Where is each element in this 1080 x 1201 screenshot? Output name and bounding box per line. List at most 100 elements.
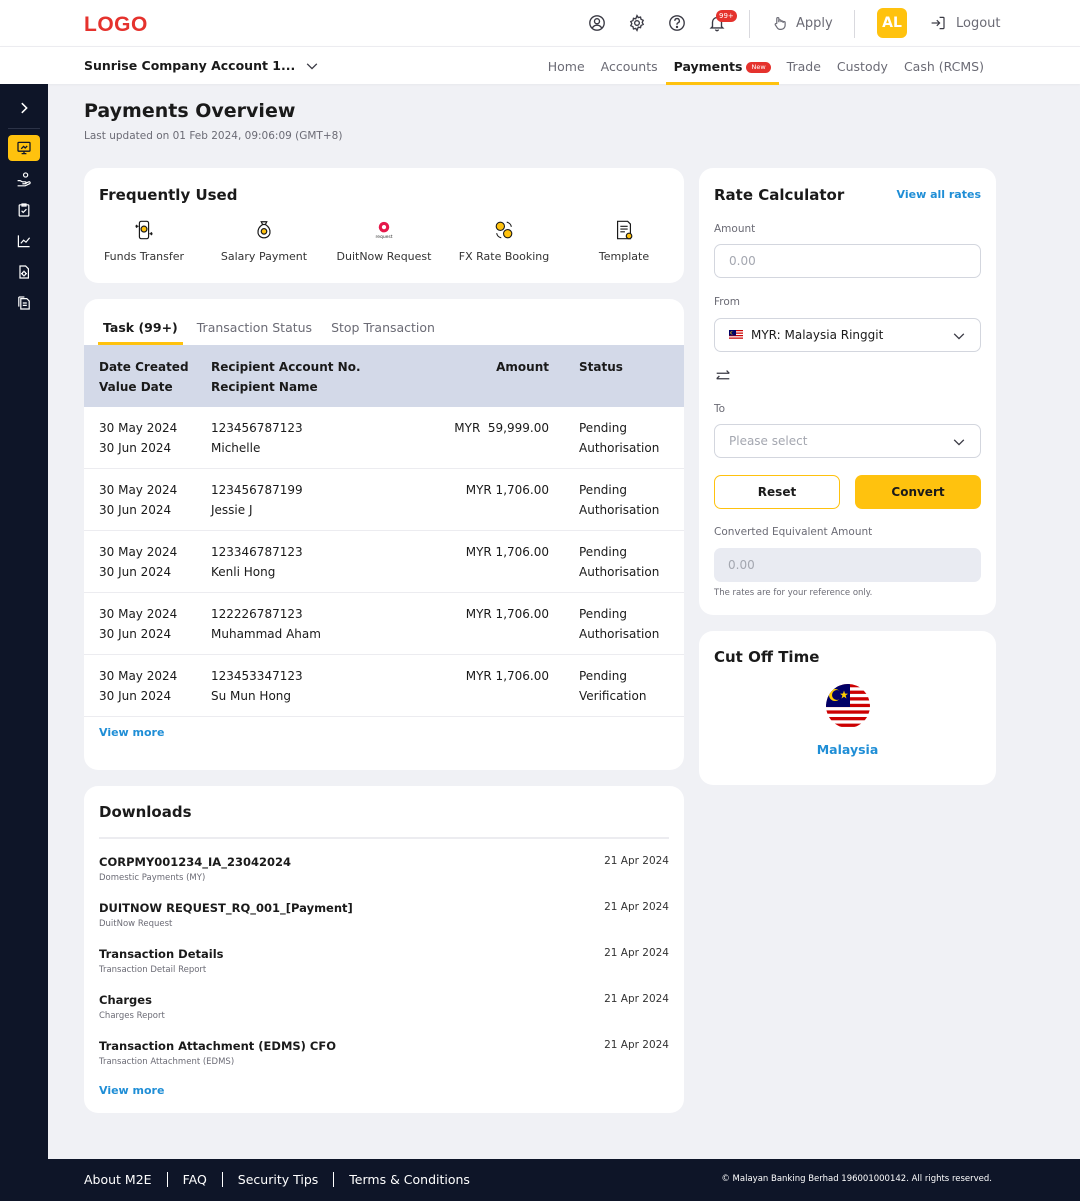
malaysia-flag-icon [729, 330, 743, 340]
header-divider [854, 10, 855, 38]
tab-stop-transaction[interactable]: Stop Transaction [326, 315, 440, 345]
frequently-used-card: Frequently Used Funds Transfer Salary Pa… [84, 168, 684, 283]
amount-input[interactable] [714, 244, 981, 278]
from-label: From [714, 296, 741, 308]
to-currency-placeholder: Please select [729, 434, 808, 448]
footer: About M2E FAQ Security Tips Terms & Cond… [0, 1159, 1080, 1201]
sub-navigation: Sunrise Company Account 1... Home Accoun… [0, 46, 1080, 85]
funds-transfer-icon [132, 218, 156, 242]
logout-icon [931, 16, 945, 30]
footer-links: About M2E FAQ Security Tips Terms & Cond… [84, 1172, 470, 1187]
converted-amount-label: Converted Equivalent Amount [714, 526, 873, 538]
duitnow-request-icon: request [372, 218, 396, 242]
column-header-dates[interactable]: Date Created Value Date [99, 357, 189, 397]
cut-off-time-title: Cut Off Time [714, 648, 820, 666]
logo[interactable]: LOGO [84, 13, 148, 37]
nav-tab-custody[interactable]: Custody [829, 47, 896, 85]
quick-action-template[interactable]: Template [564, 218, 684, 263]
nav-tab-trade[interactable]: Trade [779, 47, 829, 85]
quick-action-duitnow-request[interactable]: request DuitNow Request [324, 218, 444, 263]
sidebar-item-overview[interactable] [8, 135, 40, 161]
cut-off-time-card: Cut Off Time Malaysia [699, 631, 996, 785]
monitor-icon [17, 141, 31, 155]
swap-arrows-icon[interactable] [714, 367, 732, 385]
column-header-status[interactable]: Status [579, 357, 623, 377]
header-divider [749, 10, 750, 38]
footer-separator [333, 1172, 335, 1187]
footer-link-security-tips[interactable]: Security Tips [238, 1172, 318, 1187]
column-header-amount[interactable]: Amount [496, 357, 549, 377]
tab-transaction-status[interactable]: Transaction Status [192, 315, 317, 345]
download-item[interactable]: CORPMY001234_IA_23042024 Domestic Paymen… [99, 855, 669, 891]
footer-separator [221, 1172, 223, 1187]
logout-button[interactable]: Logout [930, 12, 1001, 34]
converted-amount-field: 0.00 [714, 548, 981, 582]
from-currency-select[interactable]: MYR: Malaysia Ringgit [714, 318, 981, 352]
quick-action-salary-payment[interactable]: Salary Payment [204, 218, 324, 263]
sidebar-item-tasks[interactable] [8, 197, 40, 223]
settings-gear-icon[interactable] [626, 12, 648, 34]
sidebar-expand-toggle[interactable] [12, 96, 36, 120]
account-selector[interactable]: Sunrise Company Account 1... [84, 58, 319, 73]
user-avatar[interactable]: AL [877, 8, 907, 38]
task-row[interactable]: 30 May 2024 30 Jun 2024 123346787123 Kenli… [84, 531, 684, 593]
malaysia-flag-icon[interactable] [825, 683, 871, 729]
sidebar-item-settings[interactable] [8, 259, 40, 285]
help-icon[interactable] [666, 12, 688, 34]
account-name: Sunrise Company Account 1... [84, 58, 296, 73]
tasks-card: Task (99+) Transaction Status Stop Trans… [84, 299, 684, 770]
downloads-divider [99, 837, 669, 839]
chevron-down-icon [306, 62, 318, 70]
footer-link-faq[interactable]: FAQ [183, 1172, 207, 1187]
quick-action-funds-transfer[interactable]: Funds Transfer [84, 218, 204, 263]
template-icon [612, 218, 636, 242]
new-badge: New [746, 62, 771, 73]
apply-label: Apply [796, 15, 833, 31]
footer-link-terms[interactable]: Terms & Conditions [349, 1172, 470, 1187]
copyright-text: © Malayan Banking Berhad 196001000142. A… [721, 1174, 992, 1184]
tab-task[interactable]: Task (99+) [98, 315, 183, 345]
rate-calculator-card: Rate Calculator View all rates Amount Fr… [699, 168, 996, 615]
column-header-recipient[interactable]: Recipient Account No. Recipient Name [211, 357, 361, 397]
tasks-view-more-link[interactable]: View more [99, 726, 164, 739]
downloads-title: Downloads [99, 803, 192, 821]
footer-link-about[interactable]: About M2E [84, 1172, 152, 1187]
downloads-view-more-link[interactable]: View more [99, 1084, 164, 1097]
apply-button[interactable]: Apply [772, 12, 833, 34]
line-chart-icon [17, 235, 31, 248]
from-currency-value: MYR: Malaysia Ringgit [751, 328, 884, 342]
nav-tab-home[interactable]: Home [540, 47, 593, 85]
view-all-rates-link[interactable]: View all rates [897, 188, 981, 201]
download-item[interactable]: Charges Charges Report 21 Apr 2024 [99, 993, 669, 1029]
nav-tab-cash-rcms[interactable]: Cash (RCMS) [896, 47, 992, 85]
task-row[interactable]: 30 May 2024 30 Jun 2024 123456787199 Jessi… [84, 469, 684, 531]
page-title: Payments Overview [84, 100, 296, 122]
download-item[interactable]: Transaction Details Transaction Detail R… [99, 947, 669, 983]
sidebar-item-payments[interactable] [8, 166, 40, 192]
download-item[interactable]: Transaction Attachment (EDMS) CFO Transa… [99, 1039, 669, 1075]
task-row[interactable]: 30 May 2024 30 Jun 2024 122226787123 Muham… [84, 593, 684, 655]
download-item[interactable]: DUITNOW REQUEST_RQ_001_[Payment] DuitNow… [99, 901, 669, 937]
profile-icon[interactable] [586, 12, 608, 34]
nav-tab-accounts[interactable]: Accounts [593, 47, 666, 85]
rate-calculator-title: Rate Calculator [714, 186, 845, 204]
task-table-header: Date Created Value Date Recipient Accoun… [84, 345, 684, 407]
amount-label: Amount [714, 223, 756, 235]
to-currency-select[interactable]: Please select [714, 424, 981, 458]
apply-hand-icon [774, 16, 786, 30]
task-row[interactable]: 30 May 2024 30 Jun 2024 123453347123 Su Mu… [84, 655, 684, 717]
reset-button[interactable]: Reset [714, 475, 840, 509]
country-link-malaysia[interactable]: Malaysia [699, 742, 996, 757]
chevron-down-icon [953, 333, 965, 340]
salary-payment-icon [252, 218, 276, 242]
nav-tab-payments[interactable]: Payments New [665, 47, 779, 85]
to-label: To [714, 403, 726, 415]
top-header: LOGO 99+ Apply AL Logout [0, 0, 1080, 46]
clipboard-check-icon [18, 203, 30, 217]
quick-action-fx-rate-booking[interactable]: FX Rate Booking [444, 218, 564, 263]
task-row[interactable]: 30 May 2024 30 Jun 2024 123456787123 Miche… [84, 407, 684, 469]
sidebar-item-analytics[interactable] [8, 228, 40, 254]
chevron-down-icon [953, 439, 965, 446]
sidebar-item-reports[interactable] [8, 290, 40, 316]
convert-button[interactable]: Convert [855, 475, 981, 509]
